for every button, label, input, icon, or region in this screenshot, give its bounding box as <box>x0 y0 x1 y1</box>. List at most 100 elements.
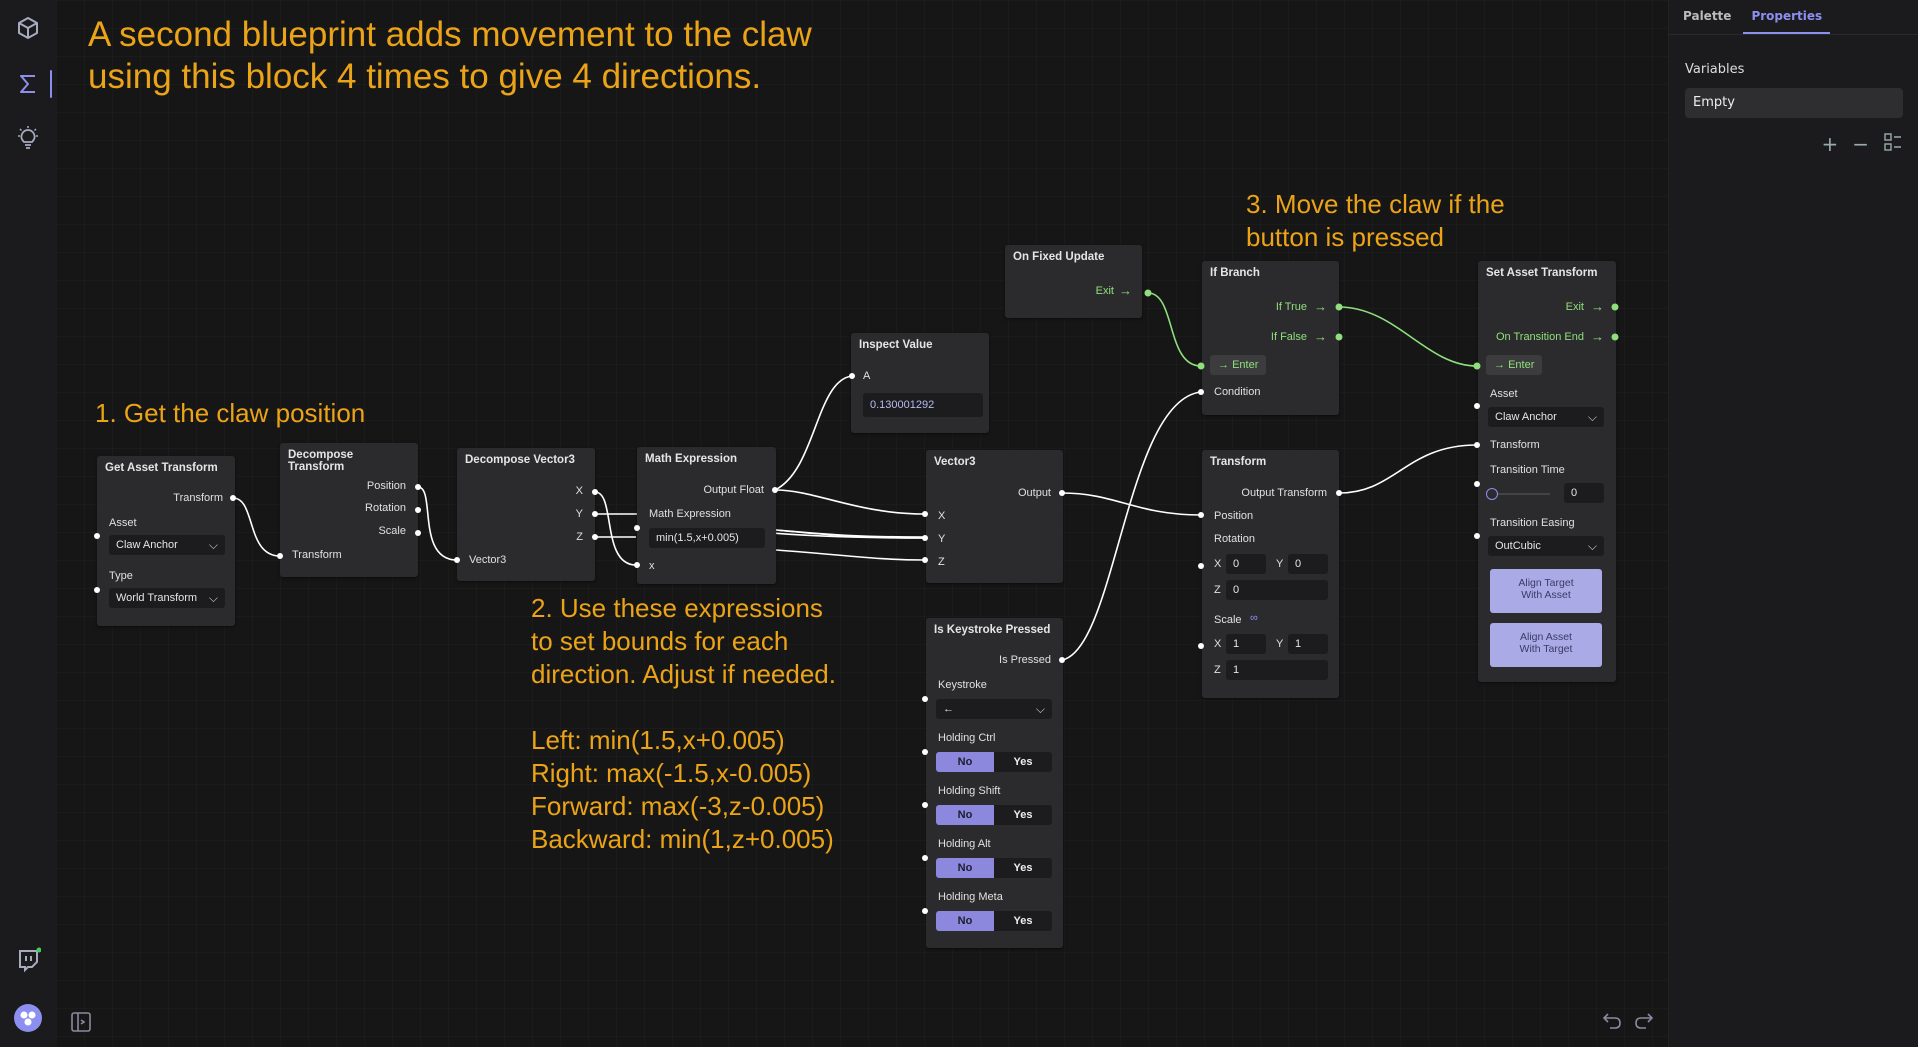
node-set-asset-transform[interactable]: Set Asset Transform Exit → On Transition… <box>1478 261 1616 682</box>
slider-handle[interactable] <box>1486 488 1498 500</box>
node-get-asset-transform[interactable]: Get Asset Transform Transform Asset Claw… <box>97 456 235 626</box>
output-transform-label: Output Transform <box>1241 487 1327 499</box>
toggle-no[interactable]: No <box>936 805 994 825</box>
step2-annotation: 2. Use these expressions to set bounds f… <box>531 593 836 854</box>
node-title: Decompose Transform <box>288 449 354 473</box>
holding-ctrl-label: Holding Ctrl <box>938 732 996 744</box>
rotation-y-input[interactable]: 0 <box>1288 554 1328 574</box>
header-annotation: A second blueprint adds movement to the … <box>88 15 812 96</box>
input-condition-label: Condition <box>1214 386 1261 398</box>
tab-properties[interactable]: Properties <box>1743 0 1831 34</box>
rotation-z-input[interactable]: 0 <box>1226 580 1328 600</box>
wire-z-vector <box>775 529 926 538</box>
asset-select[interactable]: Claw Anchor ⌵ <box>1488 407 1604 427</box>
toggle-yes[interactable]: Yes <box>994 858 1052 878</box>
toggle-no[interactable]: No <box>936 911 994 931</box>
x-label: X <box>1214 638 1222 650</box>
easing-select[interactable]: OutCubic ⌵ <box>1488 536 1604 556</box>
asset-select[interactable]: Claw Anchor ⌵ <box>109 535 225 555</box>
panel-tabs: Palette Properties <box>1669 0 1918 35</box>
toggle-no[interactable]: No <box>936 752 994 772</box>
output-scale-label: Scale <box>378 525 406 537</box>
input-x-label: x <box>649 560 655 572</box>
plus-icon[interactable]: + <box>1821 132 1838 157</box>
output-vector-label: Output <box>1017 487 1051 499</box>
arrow-right-icon: → <box>1119 283 1132 298</box>
twitch-icon[interactable] <box>10 942 46 978</box>
node-title: Inspect Value <box>859 339 933 351</box>
wire-output-float <box>774 489 926 515</box>
tab-palette[interactable]: Palette <box>1675 0 1739 34</box>
transition-time-slider[interactable] <box>1490 493 1550 495</box>
chevron-down-icon: ⌵ <box>1587 410 1597 424</box>
type-select[interactable]: World Transform ⌵ <box>109 588 225 608</box>
wire-output-vector <box>1061 492 1202 516</box>
input-position-label: Position <box>1214 510 1254 522</box>
blueprint-canvas[interactable]: A second blueprint adds movement to the … <box>56 0 1668 1047</box>
holding-meta-toggle[interactable]: No Yes <box>936 911 1052 931</box>
user-avatar-icon[interactable] <box>10 1000 46 1036</box>
wire-transform <box>232 497 281 557</box>
asset-label: Asset <box>1490 388 1518 400</box>
node-is-keystroke-pressed[interactable]: Is Keystroke Pressed Is Pressed Keystrok… <box>926 618 1063 948</box>
transition-time-input[interactable]: 0 <box>1564 483 1604 503</box>
input-transform-label: Transform <box>292 549 342 561</box>
variables-title: Variables <box>1685 62 1745 77</box>
redo-icon[interactable] <box>1632 1008 1656 1038</box>
scale-label: Scale <box>1214 614 1242 626</box>
keystroke-select[interactable]: ← ⌵ <box>936 699 1052 719</box>
node-if-branch[interactable]: If Branch If True → If False → → Enter C… <box>1202 261 1339 415</box>
expression-input[interactable]: min(1.5,x+0.005) <box>649 528 765 548</box>
node-on-fixed-update[interactable]: On Fixed Update Exit → <box>1005 245 1142 318</box>
scale-y-input[interactable]: 1 <box>1288 634 1328 654</box>
node-title: Vector3 <box>934 456 976 468</box>
variables-toolbar: + − <box>1821 132 1903 157</box>
node-title: Decompose Vector3 <box>465 454 575 466</box>
asset-select-value: Claw Anchor <box>1495 411 1557 423</box>
scale-z-input[interactable]: 1 <box>1226 660 1328 680</box>
output-transform-label: Transform <box>173 492 223 504</box>
node-transform[interactable]: Transform Output Transform Position Rota… <box>1202 450 1339 698</box>
toggle-yes[interactable]: Yes <box>994 805 1052 825</box>
output-x-label: X <box>575 485 583 497</box>
rotation-x-input[interactable]: 0 <box>1226 554 1266 574</box>
link-icon[interactable]: ∞ <box>1250 612 1258 624</box>
node-inspect-value[interactable]: Inspect Value A 0.130001292 <box>851 333 989 433</box>
sidebar-toggle-icon[interactable] <box>69 1010 93 1040</box>
cube-icon[interactable] <box>10 10 46 46</box>
output-float-label: Output Float <box>703 484 764 496</box>
sigma-icon[interactable] <box>10 66 52 102</box>
input-z-label: Z <box>938 556 945 568</box>
keystroke-label: Keystroke <box>938 679 987 691</box>
minus-icon[interactable]: − <box>1852 132 1869 157</box>
input-vector3-label: Vector3 <box>469 554 507 566</box>
node-math-expression[interactable]: Math Expression Output Float Math Expres… <box>637 447 776 584</box>
toggle-yes[interactable]: Yes <box>994 752 1052 772</box>
toggle-no[interactable]: No <box>936 858 994 878</box>
type-select-value: World Transform <box>116 592 198 604</box>
wire-is-pressed <box>1061 391 1202 661</box>
holding-ctrl-toggle[interactable]: No Yes <box>936 752 1052 772</box>
scale-x-input[interactable]: 1 <box>1226 634 1266 654</box>
rotation-label: Rotation <box>1214 533 1255 545</box>
node-decompose-vector3[interactable]: Decompose Vector3 X Y Z Vector3 <box>457 448 595 581</box>
arrow-right-icon: → <box>1314 329 1327 344</box>
node-decompose-transform[interactable]: Decompose Transform Position Rotation Sc… <box>280 443 418 577</box>
transition-easing-label: Transition Easing <box>1490 517 1575 529</box>
variables-list[interactable]: Empty <box>1685 88 1903 118</box>
lightbulb-icon[interactable] <box>10 120 46 156</box>
align-target-with-asset-button[interactable]: Align Target With Asset <box>1490 569 1602 613</box>
chevron-down-icon: ⌵ <box>208 538 218 552</box>
layout-icon[interactable] <box>1883 132 1903 157</box>
output-position-label: Position <box>366 480 406 492</box>
toggle-yes[interactable]: Yes <box>994 911 1052 931</box>
node-vector3[interactable]: Vector3 Output X Y Z <box>926 450 1063 583</box>
exec-enter-label: Enter <box>1508 359 1535 371</box>
holding-shift-toggle[interactable]: No Yes <box>936 805 1052 825</box>
input-y-label: Y <box>938 533 946 545</box>
output-z-label: Z <box>576 531 583 543</box>
undo-icon[interactable] <box>1600 1008 1624 1038</box>
align-asset-with-target-button[interactable]: Align Asset With Target <box>1490 623 1602 667</box>
node-title: Math Expression <box>645 453 738 465</box>
holding-alt-toggle[interactable]: No Yes <box>936 858 1052 878</box>
